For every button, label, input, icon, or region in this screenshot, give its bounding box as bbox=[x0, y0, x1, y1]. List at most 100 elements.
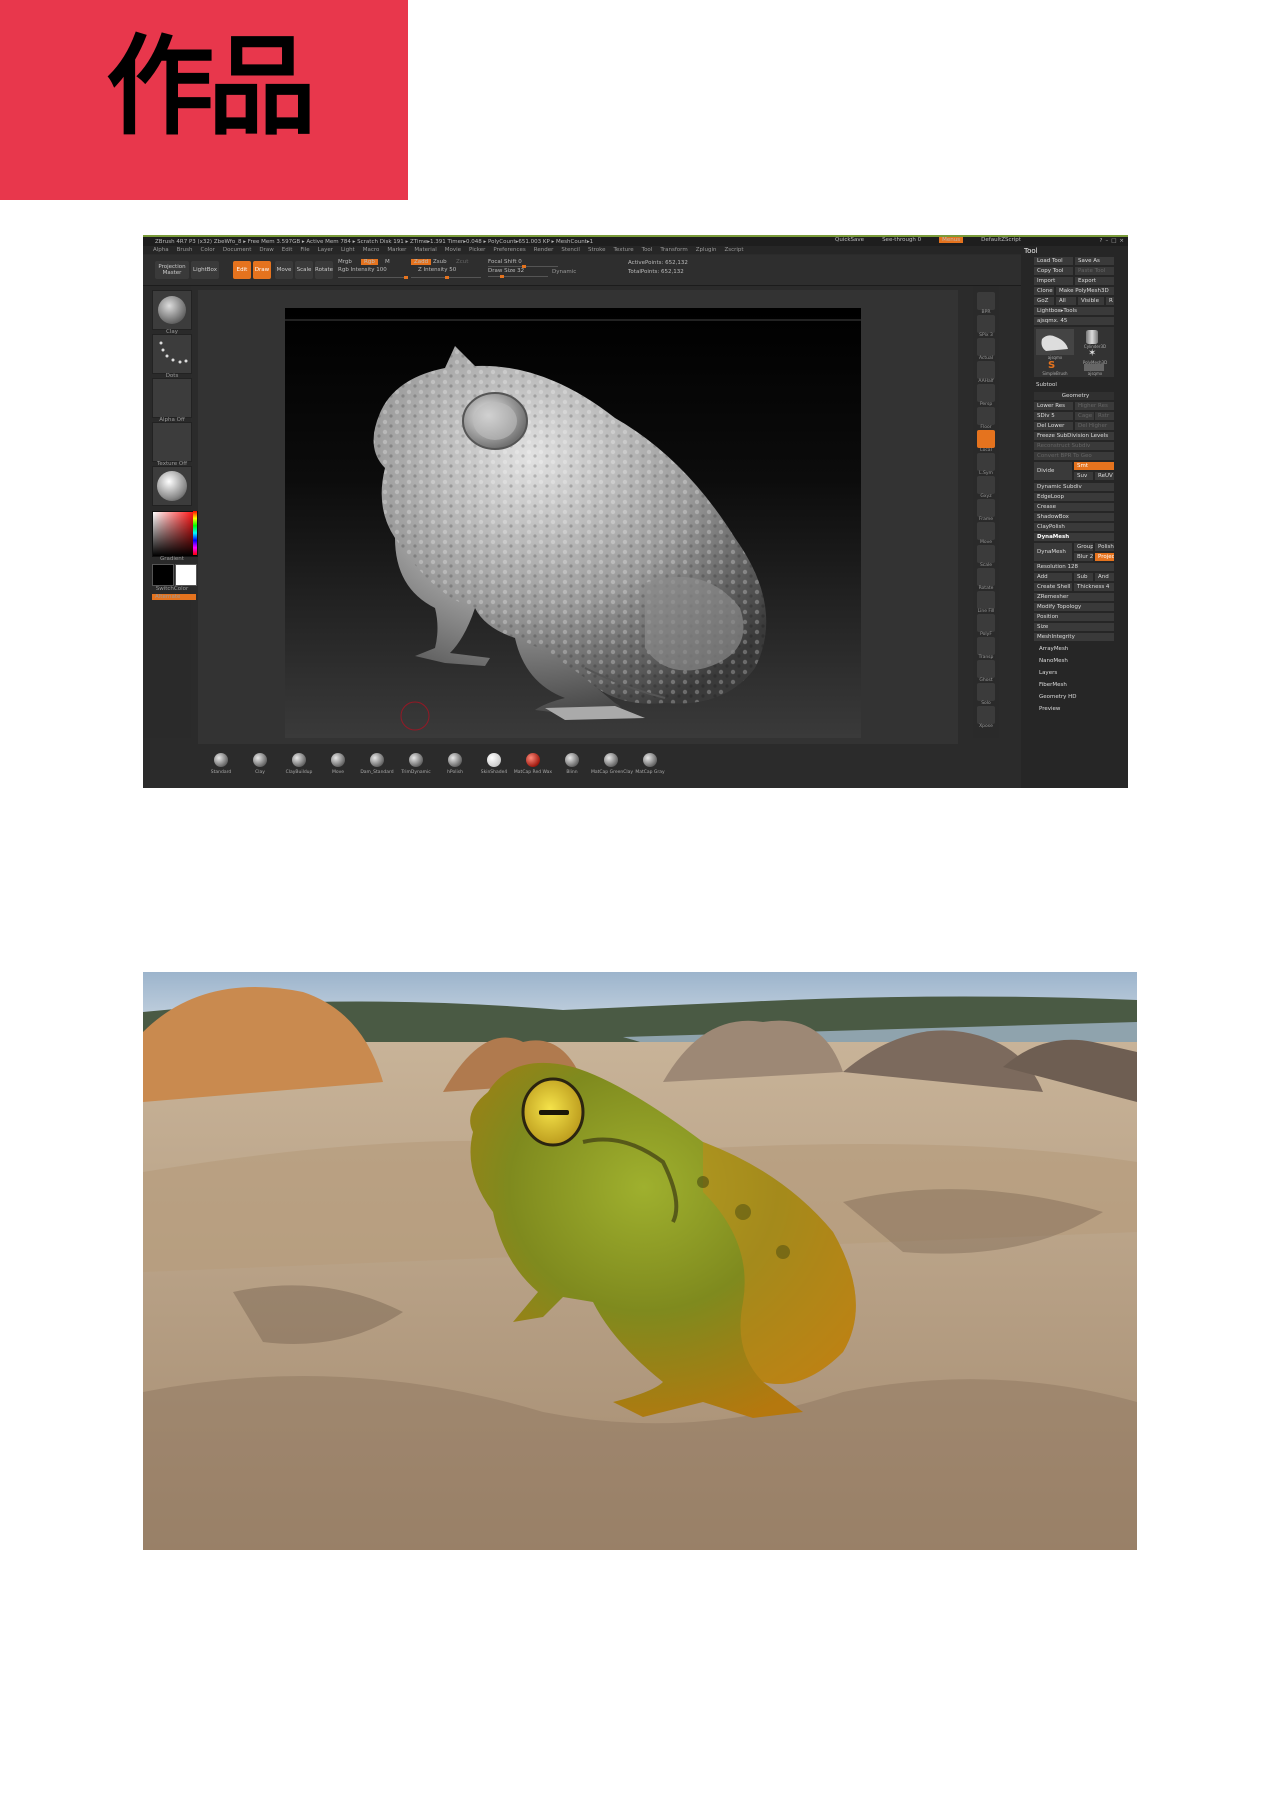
goz-button[interactable]: GoZ bbox=[1034, 297, 1054, 305]
import-button[interactable]: Import bbox=[1034, 277, 1073, 285]
menu-item-picker[interactable]: Picker bbox=[469, 247, 485, 253]
r-button[interactable]: R bbox=[1106, 297, 1114, 305]
polish-toggle[interactable]: Polish bbox=[1095, 543, 1114, 551]
sub-button[interactable]: Sub bbox=[1074, 573, 1093, 581]
help-icon[interactable]: ? bbox=[1100, 238, 1103, 244]
stroke-thumbnail[interactable] bbox=[152, 334, 192, 374]
current-tool-slider[interactable]: ajsqmx. 45 bbox=[1034, 317, 1114, 325]
menu-item-edit[interactable]: Edit bbox=[282, 247, 293, 253]
suv-toggle[interactable]: Suv bbox=[1074, 472, 1093, 480]
material-thumbnail[interactable] bbox=[152, 466, 192, 506]
save-as-button[interactable]: Save As bbox=[1075, 257, 1114, 265]
menu-item-file[interactable]: File bbox=[300, 247, 309, 253]
tool-scale-button[interactable] bbox=[977, 545, 995, 563]
del-higher-button[interactable]: Del Higher bbox=[1075, 422, 1114, 430]
material-hpolish-slot[interactable]: hPolish bbox=[435, 753, 475, 775]
menu-item-stencil[interactable]: Stencil bbox=[561, 247, 580, 253]
tool-bpr-button[interactable] bbox=[977, 292, 995, 310]
all-button[interactable]: All bbox=[1056, 297, 1076, 305]
project-toggle[interactable]: Project bbox=[1095, 553, 1114, 561]
lightbox-button[interactable]: LightBox bbox=[191, 261, 219, 279]
focal-shift-slider[interactable]: Focal Shift 0 bbox=[488, 259, 522, 265]
tool-gxyz-button[interactable] bbox=[977, 476, 995, 494]
material-clay-slot[interactable]: Clay bbox=[240, 753, 280, 775]
material-matcap-greenclay-slot[interactable]: MatCap GreenClay bbox=[591, 753, 633, 775]
menu-item-tool[interactable]: Tool bbox=[642, 247, 653, 253]
reconstruct-subdiv-button[interactable]: Reconstruct Subdiv bbox=[1034, 442, 1114, 450]
export-button[interactable]: Export bbox=[1075, 277, 1114, 285]
zremesher-section[interactable]: ZRemesher bbox=[1034, 593, 1114, 601]
default-script-button[interactable]: DefaultZScript bbox=[981, 237, 1021, 243]
document-canvas[interactable] bbox=[285, 308, 861, 738]
frog-tool-thumb[interactable] bbox=[1036, 329, 1074, 355]
layers-section[interactable]: Layers bbox=[1039, 670, 1057, 676]
dynamesh-button[interactable]: DynaMesh bbox=[1034, 543, 1072, 561]
tool-xpose-button[interactable] bbox=[977, 706, 995, 724]
tool-rotate-button[interactable] bbox=[977, 568, 995, 586]
m-toggle[interactable]: M bbox=[385, 259, 390, 265]
menu-item-movie[interactable]: Movie bbox=[445, 247, 461, 253]
draw-size-slider[interactable]: Draw Size 32 bbox=[488, 268, 524, 274]
material-skinshade4-slot[interactable]: SkinShade4 bbox=[474, 753, 514, 775]
arraymesh-section[interactable]: ArrayMesh bbox=[1039, 646, 1068, 652]
texture-thumbnail[interactable] bbox=[152, 422, 192, 462]
lower-res-button[interactable]: Lower Res bbox=[1034, 402, 1073, 410]
del-lower-button[interactable]: Del Lower bbox=[1034, 422, 1073, 430]
menu-item-marker[interactable]: Marker bbox=[387, 247, 406, 253]
groups-toggle[interactable]: Groups bbox=[1074, 543, 1093, 551]
reuv-toggle[interactable]: ReUV bbox=[1095, 472, 1114, 480]
material-claybuildup-slot[interactable]: ClayBuildup bbox=[279, 753, 319, 775]
z-intensity-slider[interactable]: Z Intensity 50 bbox=[418, 267, 456, 273]
thickness-slider[interactable]: Thickness 4 bbox=[1074, 583, 1114, 591]
color-picker[interactable] bbox=[152, 511, 198, 557]
crease-section[interactable]: Crease bbox=[1034, 503, 1114, 511]
fibermesh-section[interactable]: FiberMesh bbox=[1039, 682, 1067, 688]
modify-topology-section[interactable]: Modify Topology bbox=[1034, 603, 1114, 611]
brush-thumbnail[interactable] bbox=[152, 290, 192, 330]
tool-transp-button[interactable] bbox=[977, 637, 995, 655]
menu-item-transform[interactable]: Transform bbox=[660, 247, 687, 253]
see-through-slider[interactable]: See-through 0 bbox=[882, 237, 921, 243]
draw-button[interactable]: Draw bbox=[253, 261, 271, 279]
sdiv-slider[interactable]: SDiv 5 bbox=[1034, 412, 1073, 420]
switchcolor-button[interactable]: SwitchColor bbox=[152, 586, 192, 592]
menu-item-macro[interactable]: Macro bbox=[363, 247, 380, 253]
tool-actual-button[interactable] bbox=[977, 338, 995, 356]
menu-item-material[interactable]: Material bbox=[414, 247, 436, 253]
tool-frame-button[interactable] bbox=[977, 499, 995, 517]
edit-button[interactable]: Edit bbox=[233, 261, 251, 279]
dynamesh-section[interactable]: DynaMesh bbox=[1034, 533, 1114, 541]
cylinder-icon[interactable] bbox=[1086, 330, 1098, 344]
dynamic-toggle[interactable]: Dynamic bbox=[552, 269, 576, 275]
preview-section[interactable]: Preview bbox=[1039, 706, 1060, 712]
claypolish-section[interactable]: ClayPolish bbox=[1034, 523, 1114, 531]
tool-aahalf-button[interactable] bbox=[977, 361, 995, 379]
blur-slider[interactable]: Blur 2 bbox=[1074, 553, 1093, 561]
zadd-toggle[interactable]: Zadd bbox=[411, 259, 432, 265]
polymesh-star-icon[interactable]: ✶ bbox=[1088, 349, 1096, 359]
rstr-button[interactable]: Rstr bbox=[1095, 412, 1114, 420]
material-move-slot[interactable]: Move bbox=[318, 753, 358, 775]
and-button[interactable]: And bbox=[1095, 573, 1114, 581]
menu-item-brush[interactable]: Brush bbox=[177, 247, 193, 253]
main-color-swatch[interactable] bbox=[152, 564, 174, 586]
material-blinn-slot[interactable]: Blinn bbox=[552, 753, 592, 775]
size-section[interactable]: Size bbox=[1034, 623, 1114, 631]
convert-bpr-button[interactable]: Convert BPR To Geo bbox=[1034, 452, 1114, 460]
tool-ghost-button[interactable] bbox=[977, 660, 995, 678]
copy-tool-button[interactable]: Copy Tool bbox=[1034, 267, 1073, 275]
menu-item-color[interactable]: Color bbox=[201, 247, 215, 253]
freeze-subdivision-button[interactable]: Freeze SubDivision Levels bbox=[1034, 432, 1114, 440]
tool-solo-button[interactable] bbox=[977, 683, 995, 701]
menu-item-zscript[interactable]: Zscript bbox=[724, 247, 743, 253]
menu-item-zplugin[interactable]: Zplugin bbox=[696, 247, 717, 253]
lightbox-tools-button[interactable]: Lightbox▸Tools bbox=[1034, 307, 1114, 315]
mrgb-toggle[interactable]: Mrgb bbox=[338, 259, 352, 265]
scale-button[interactable]: Scale bbox=[295, 261, 313, 279]
zsub-toggle[interactable]: Zsub bbox=[433, 259, 447, 265]
alpha-thumbnail[interactable] bbox=[152, 378, 192, 418]
material-matcap-red-wax-slot[interactable]: MatCap Red Wax bbox=[513, 753, 553, 775]
menus-toggle[interactable]: Menus bbox=[939, 237, 964, 243]
rotate-button[interactable]: Rotate bbox=[315, 261, 333, 279]
nanomesh-section[interactable]: NanoMesh bbox=[1039, 658, 1068, 664]
